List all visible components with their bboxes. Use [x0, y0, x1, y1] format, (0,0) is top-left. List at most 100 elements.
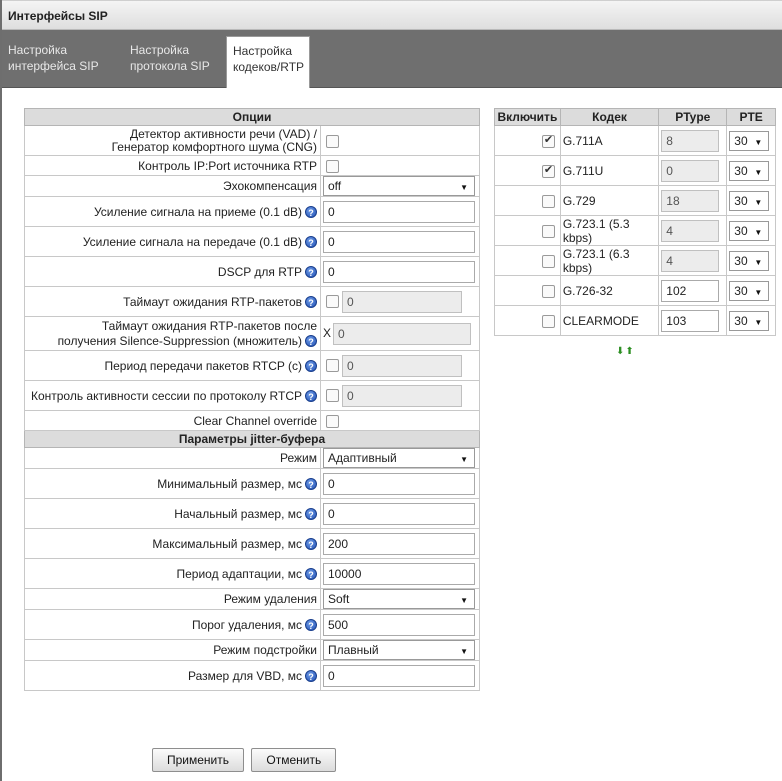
delete-mode-select[interactable]: Soft	[323, 589, 475, 609]
pte-select[interactable]: 30	[729, 220, 770, 241]
codec-name[interactable]: G.726-32	[559, 275, 660, 306]
help-icon[interactable]: ?	[305, 296, 317, 309]
window-titlebar: Интерфейсы SIP	[2, 0, 782, 30]
help-icon[interactable]: ?	[305, 538, 317, 551]
tx-gain-label: Усиление сигнала на передаче (0.1 dB)	[82, 234, 302, 249]
rtp-timeout-input[interactable]: 0	[342, 290, 462, 313]
help-icon[interactable]: ?	[305, 478, 317, 491]
table-row: G.723.1 (6.3 kbps) 4 30	[494, 245, 776, 276]
pte-select[interactable]: 30	[729, 250, 770, 271]
rtp-timeout-label: Таймаут ожидания RTP-пакетов	[123, 294, 302, 309]
dscp-input[interactable]: 0	[323, 260, 475, 283]
tab-codecs-rtp[interactable]: Настройка кодеков/RTP	[226, 36, 310, 88]
delete-threshold-input[interactable]: 500	[323, 613, 475, 636]
cancel-button[interactable]: Отменить	[251, 748, 337, 772]
table-row: G.711U 0 30	[494, 155, 776, 186]
rtp-ss-prefix: X	[323, 325, 332, 340]
tx-gain-input[interactable]: 0	[323, 230, 475, 253]
ptype-input[interactable]: 8	[661, 129, 720, 152]
help-icon[interactable]: ?	[305, 266, 317, 279]
ptype-input[interactable]: 102	[661, 279, 720, 302]
apply-button[interactable]: Применить	[152, 748, 245, 772]
tab-sip-interface[interactable]: Настройка интерфейса SIP	[2, 36, 116, 82]
rtcp-control-label: Контроль активности сессии по протоколу …	[30, 388, 302, 403]
arrow-down-icon[interactable]: ⬇	[616, 346, 625, 357]
jitter-header: Параметры jitter-буфера	[24, 430, 480, 448]
codec-enable-checkbox[interactable]	[541, 133, 555, 148]
max-size-label: Максимальный размер, мс	[152, 536, 302, 551]
ptype-input[interactable]: 4	[661, 249, 720, 272]
ptype-input[interactable]: 18	[661, 189, 720, 212]
ptype-input[interactable]: 103	[661, 309, 720, 332]
rx-gain-label: Усиление сигнала на приеме (0.1 dB)	[93, 204, 302, 219]
codec-name[interactable]: G.723.1 (6.3 kbps)	[559, 245, 660, 276]
echo-select[interactable]: off	[323, 176, 475, 196]
vad-checkbox[interactable]	[326, 134, 339, 148]
vbd-size-input[interactable]: 0	[323, 664, 475, 687]
codec-enable-checkbox[interactable]	[541, 224, 555, 238]
tune-mode-select[interactable]: Плавный	[323, 640, 475, 660]
rtcp-period-input[interactable]: 0	[342, 354, 462, 377]
window-title: Интерфейсы SIP	[8, 9, 108, 23]
init-size-input[interactable]: 0	[323, 502, 475, 525]
pte-select[interactable]: 30	[729, 280, 770, 301]
codec-enable-checkbox[interactable]	[541, 314, 555, 328]
clear-channel-checkbox[interactable]	[326, 414, 339, 428]
pte-select[interactable]: 30	[729, 310, 770, 331]
init-size-label: Начальный размер, мс	[174, 506, 302, 521]
adapt-period-label: Период адаптации, мс	[176, 566, 302, 581]
rtp-timeout-checkbox[interactable]	[326, 295, 339, 308]
min-size-input[interactable]: 0	[323, 472, 475, 495]
min-size-label: Минимальный размер, мс	[157, 476, 302, 491]
codec-enable-checkbox[interactable]	[541, 254, 555, 268]
col-ptype: PType	[658, 108, 728, 126]
rtcp-period-label: Период передачи пакетов RTCP (с)	[104, 358, 302, 373]
help-icon[interactable]: ?	[305, 206, 317, 219]
codec-enable-checkbox[interactable]	[541, 163, 555, 178]
delete-mode-label: Режим удаления	[24, 588, 321, 610]
ipport-checkbox[interactable]	[326, 159, 339, 173]
help-icon[interactable]: ?	[305, 619, 317, 632]
col-pte: PTE	[726, 108, 776, 126]
rtcp-control-input[interactable]: 0	[342, 384, 462, 407]
vad-label: Детектор активности речи (VAD) / Генерат…	[24, 125, 321, 156]
pte-select[interactable]: 30	[729, 160, 770, 181]
codec-name[interactable]: G.711U	[559, 155, 660, 186]
help-icon[interactable]: ?	[305, 335, 317, 348]
help-icon[interactable]: ?	[305, 236, 317, 249]
help-icon[interactable]: ?	[305, 508, 317, 521]
codec-name[interactable]: G.729	[559, 185, 660, 216]
codec-name[interactable]: G.711A	[559, 125, 660, 156]
max-size-input[interactable]: 200	[323, 532, 475, 555]
codec-name[interactable]: CLEARMODE	[559, 305, 660, 336]
rtp-ss-input[interactable]: 0	[333, 322, 472, 345]
codec-enable-checkbox[interactable]	[541, 284, 555, 298]
pte-select[interactable]: 30	[729, 190, 770, 211]
tab-sip-protocol[interactable]: Настройка протокола SIP	[124, 36, 224, 82]
ptype-input[interactable]: 0	[661, 159, 720, 182]
ptype-input[interactable]: 4	[661, 219, 720, 242]
arrow-up-icon[interactable]: ⬆	[625, 346, 634, 357]
table-row: G.723.1 (5.3 kbps) 4 30	[494, 215, 776, 246]
adapt-period-input[interactable]: 10000	[323, 562, 475, 585]
rtp-ss-label: Таймаут ожидания RTP-пакетов после получ…	[57, 318, 317, 348]
help-icon[interactable]: ?	[305, 568, 317, 581]
help-icon[interactable]: ?	[305, 360, 317, 373]
table-row: G.726-32 102 30	[494, 275, 776, 306]
help-icon[interactable]: ?	[305, 390, 317, 403]
rtcp-period-checkbox[interactable]	[326, 359, 339, 372]
help-icon[interactable]: ?	[305, 670, 317, 683]
vbd-size-label: Размер для VBD, мс	[187, 668, 302, 683]
codecs-table: Включить Кодек PType PTE G.711A 8 30 G.7…	[494, 108, 776, 336]
tune-mode-label: Режим подстройки	[24, 639, 321, 661]
jitter-mode-label: Режим	[24, 447, 321, 469]
table-row: G.729 18 30	[494, 185, 776, 216]
table-row: CLEARMODE 103 30	[494, 305, 776, 336]
rtcp-control-checkbox[interactable]	[326, 389, 339, 402]
jitter-mode-select[interactable]: Адаптивный	[323, 448, 475, 468]
codec-name[interactable]: G.723.1 (5.3 kbps)	[559, 215, 660, 246]
codec-enable-checkbox[interactable]	[541, 194, 555, 208]
delete-threshold-label: Порог удаления, мс	[191, 617, 302, 632]
rx-gain-input[interactable]: 0	[323, 200, 475, 223]
pte-select[interactable]: 30	[729, 130, 770, 151]
